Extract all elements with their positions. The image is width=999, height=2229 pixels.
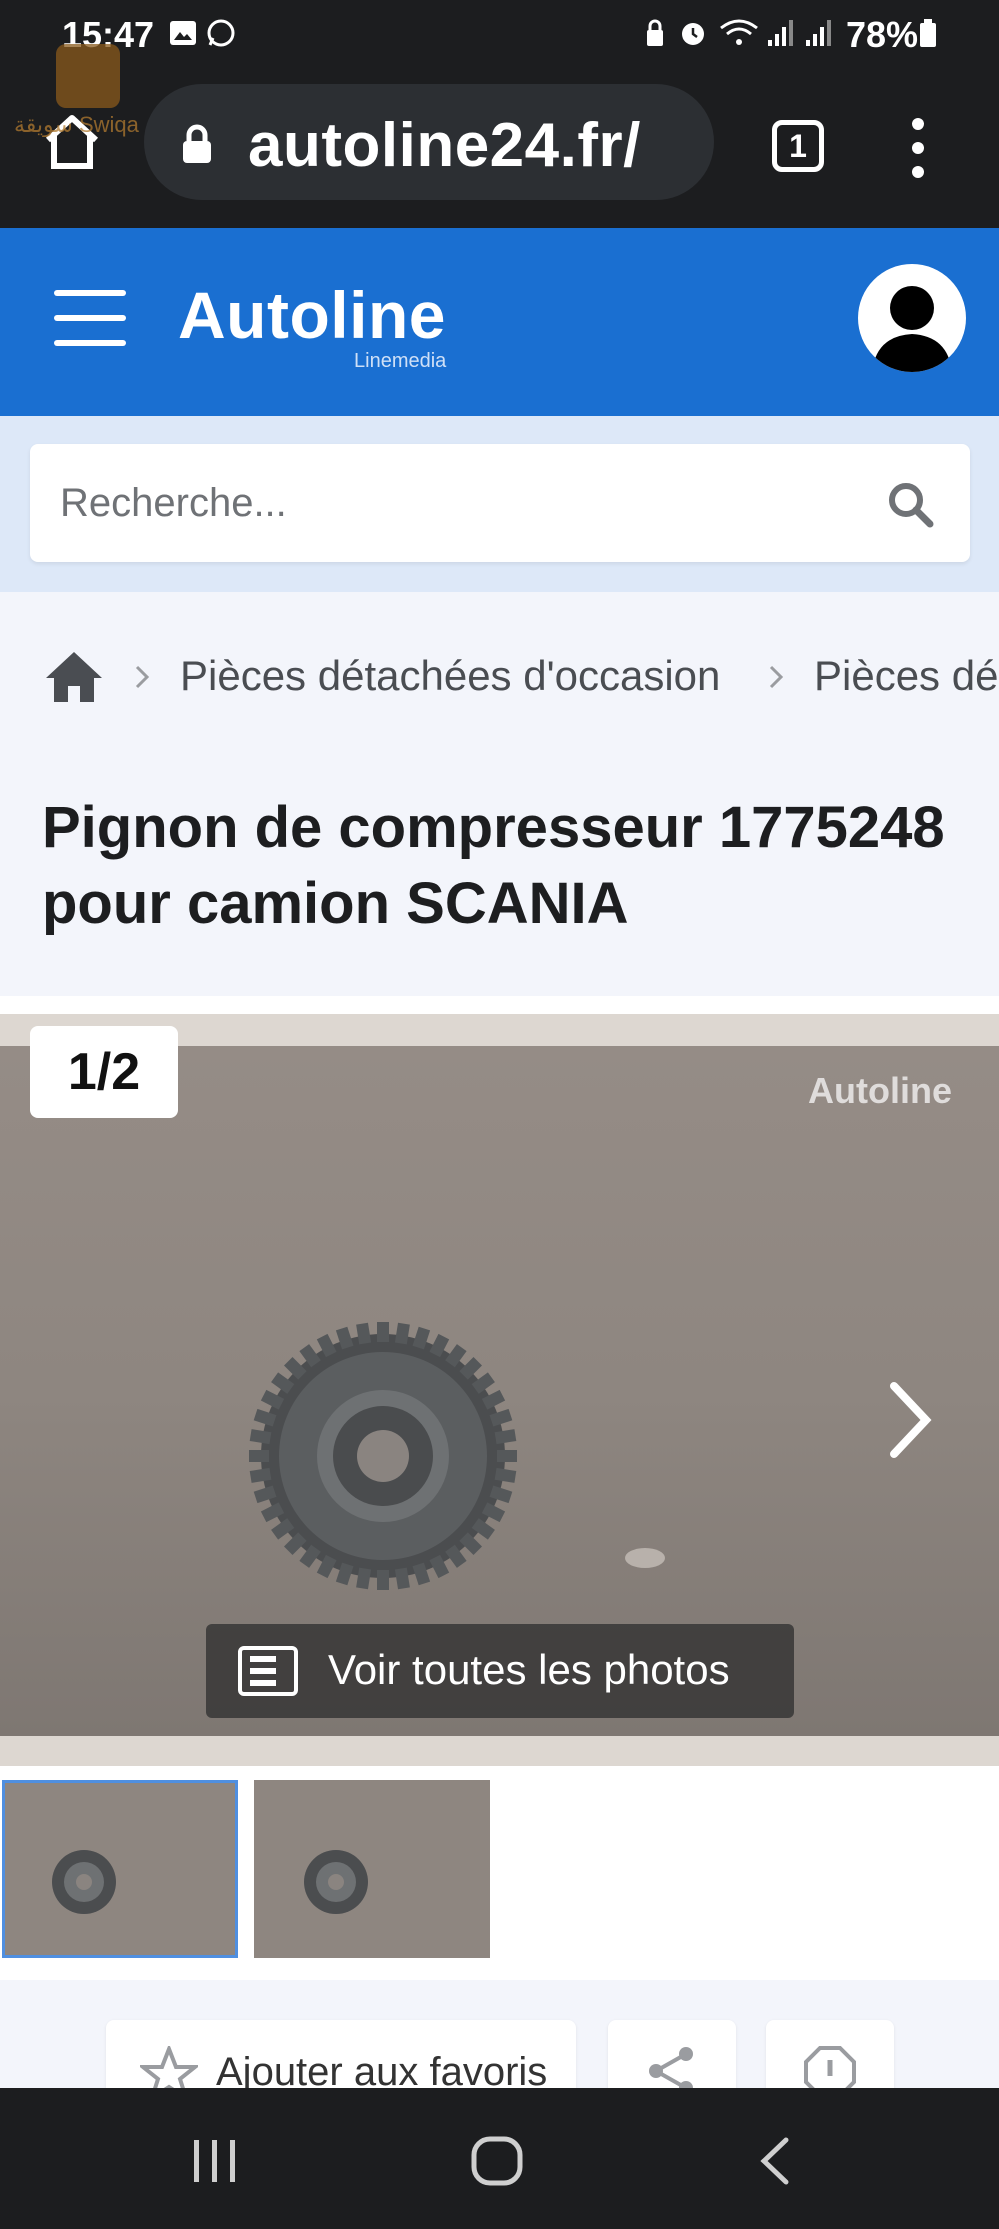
url-bar[interactable]: autoline24.fr/	[144, 84, 714, 200]
view-all-photos-label: Voir toutes les photos	[328, 1646, 730, 1693]
add-to-favorites-button[interactable]: Ajouter aux favoris	[106, 2020, 576, 2088]
secure-lock-icon	[183, 124, 211, 163]
home-nav-icon[interactable]	[470, 2136, 524, 2186]
watermark-text: سويقة Swiqa	[14, 112, 139, 137]
system-navigation-bar	[0, 2088, 999, 2229]
search-section	[0, 416, 999, 592]
report-icon	[804, 2046, 856, 2088]
battery-level: 78%	[846, 14, 919, 55]
swiqa-logo-icon	[56, 44, 120, 108]
gallery-icon	[170, 21, 196, 45]
star-icon	[140, 2046, 198, 2088]
tab-switcher-button[interactable]: 1	[772, 120, 824, 172]
thumbnail-strip	[0, 1780, 999, 1960]
search-icon[interactable]	[886, 480, 934, 528]
search-box	[30, 444, 970, 562]
chevron-right-icon	[769, 665, 784, 689]
add-to-favorites-label: Ajouter aux favoris	[216, 2050, 548, 2088]
brand-name: Autoline	[178, 278, 446, 352]
next-photo-arrow-icon[interactable]	[888, 1380, 932, 1460]
lock-icon	[647, 19, 663, 46]
thumbnail-1[interactable]	[2, 1780, 238, 1958]
back-nav-icon[interactable]	[758, 2136, 792, 2186]
view-all-photos-button[interactable]: Voir toutes les photos	[206, 1624, 794, 1718]
thumbnail-2[interactable]	[254, 1780, 490, 1958]
share-icon	[649, 2047, 693, 2088]
breadcrumb: Pièces détachées d'occasion Pièces dé	[0, 628, 999, 724]
action-buttons: Ajouter aux favoris	[0, 1980, 999, 2088]
battery-icon	[920, 19, 936, 47]
photo-watermark: Autoline	[808, 1070, 952, 1111]
breadcrumb-item-used-parts[interactable]: Pièces détachées d'occasion	[180, 652, 720, 700]
brand-subtitle: Linemedia	[354, 350, 447, 372]
signal-icon-2	[806, 20, 831, 46]
photo-counter: 1/2	[30, 1026, 178, 1118]
swiqa-watermark: سويقة Swiqa	[14, 44, 164, 144]
photo-list-icon	[238, 1646, 298, 1696]
search-input[interactable]	[60, 474, 860, 532]
menu-icon[interactable]	[54, 290, 126, 346]
wifi-icon	[720, 19, 758, 45]
signal-icon	[768, 20, 793, 46]
browser-menu-icon[interactable]	[908, 118, 928, 178]
site-header: Autoline Linemedia	[0, 228, 999, 416]
report-button[interactable]	[766, 2020, 894, 2088]
share-button[interactable]	[608, 2020, 736, 2088]
user-avatar-icon[interactable]	[858, 264, 966, 372]
chevron-right-icon	[135, 665, 150, 689]
whatsapp-icon	[207, 19, 235, 47]
url-text[interactable]: autoline24.fr/	[248, 110, 688, 181]
photo-gallery[interactable]: 1/2 Autoline Voir toutes les photos	[0, 1014, 999, 1766]
breadcrumb-home-icon[interactable]	[44, 650, 104, 704]
alarm-icon	[682, 23, 704, 45]
breadcrumb-item-parts[interactable]: Pièces dé	[814, 652, 998, 700]
recent-apps-icon[interactable]	[190, 2136, 240, 2186]
autoline-logo[interactable]: Autoline Linemedia	[178, 278, 446, 372]
page-title: Pignon de compresseur 1775248 pour camio…	[42, 795, 945, 936]
